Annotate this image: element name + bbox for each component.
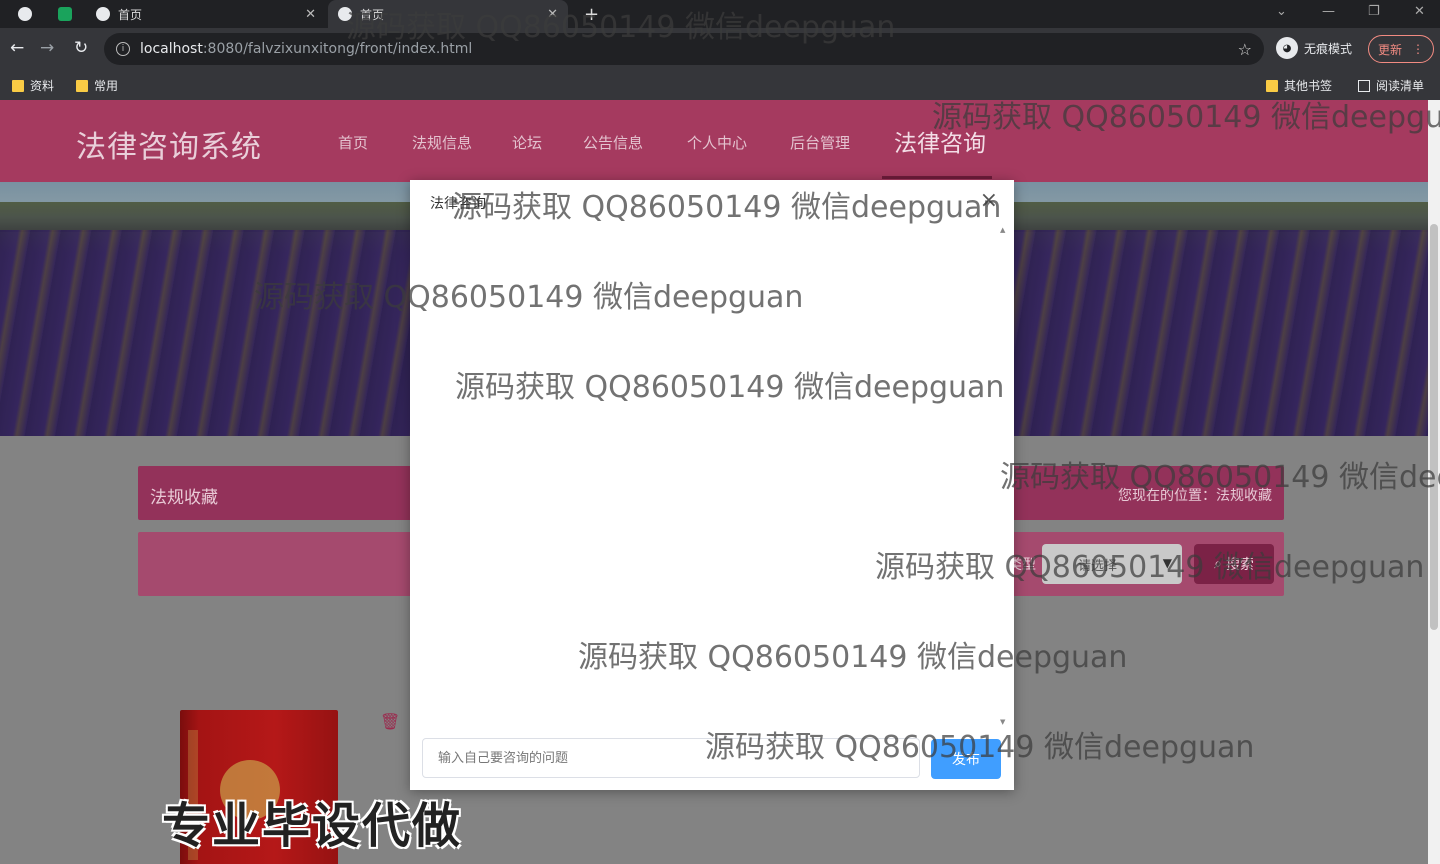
app-grid-icon [58, 7, 72, 21]
bookmark-label: 资料 [30, 79, 55, 93]
globe-icon [18, 7, 32, 21]
site-logo[interactable]: 法律咨询系统 [76, 122, 262, 166]
search-button[interactable]: ⌕ 搜索 [1194, 544, 1274, 584]
tab-title: 首页 [118, 7, 143, 22]
restore-icon[interactable]: ❐ [1368, 4, 1380, 19]
promo-watermark: 专业毕设代做 [162, 798, 463, 854]
scroll-up-arrow-icon[interactable]: ▲ [1000, 226, 1005, 234]
globe-icon [338, 7, 352, 21]
folder-icon [76, 79, 88, 92]
chat-message-area[interactable] [410, 224, 1014, 724]
other-bookmarks-label: 其他书签 [1284, 79, 1333, 93]
nav-announcements[interactable]: 公告信息 [583, 132, 643, 153]
nav-legal-consultation-active[interactable]: 法律咨询 [894, 124, 986, 158]
incognito-indicator[interactable]: ◕ 无痕模式 [1276, 37, 1352, 59]
nav-regulations[interactable]: 法规信息 [412, 132, 472, 153]
update-button[interactable]: 更新 ⋮ [1368, 35, 1434, 63]
nav-admin[interactable]: 后台管理 [790, 132, 850, 153]
folder-icon [12, 79, 24, 92]
question-input[interactable] [422, 738, 920, 778]
dialog-title: 法律咨询 [430, 196, 486, 212]
reading-list-label: 阅读清单 [1376, 79, 1425, 93]
legal-consultation-dialog: 法律咨询 × ▲ ▼ 发布 [410, 180, 1014, 790]
section-title: 法规收藏 [150, 488, 218, 508]
back-arrow-icon[interactable]: ← [10, 38, 24, 58]
browser-tab-pinned[interactable] [8, 0, 48, 28]
tab-title: 首页 [360, 7, 385, 22]
url-path: :8080/falvzixunxitong/front/index.html [202, 41, 473, 57]
browser-tab-strip: 首页 ✕ 首页 ✕ + ⌄ — ❐ ✕ [0, 0, 1440, 28]
browser-tab-pinned-app[interactable] [48, 0, 84, 28]
reload-icon[interactable]: ↻ [74, 38, 88, 58]
bookmark-folder-ziliao[interactable]: 资料 [12, 77, 54, 94]
forward-arrow-icon[interactable]: → [40, 38, 54, 58]
browser-tab-home-2-active[interactable]: 首页 ✕ [328, 0, 568, 28]
page-scrollbar[interactable] [1428, 100, 1440, 864]
breadcrumb: 您现在的位置：法规收藏 [1118, 488, 1272, 504]
incognito-icon: ◕ [1276, 37, 1298, 59]
new-tab-button[interactable]: + [574, 0, 609, 28]
chat-scrollbar[interactable]: ▲ ▼ [1000, 226, 1010, 726]
update-label: 更新 [1377, 42, 1402, 57]
close-tab-icon[interactable]: ✕ [305, 7, 316, 22]
site-info-icon[interactable]: i [116, 42, 130, 56]
browser-tab-home-1[interactable]: 首页 ✕ [86, 0, 326, 28]
tab-search-icon[interactable]: ⌄ [1276, 4, 1287, 19]
reading-list[interactable]: 阅读清单 [1358, 77, 1424, 94]
bookmark-star-icon[interactable]: ☆ [1238, 40, 1252, 59]
address-toolbar: ← → ↻ i localhost :8080/falvzixunxitong/… [0, 28, 1440, 70]
nav-active-underline [882, 176, 992, 179]
bookmark-folder-changyong[interactable]: 常用 [76, 77, 118, 94]
bookmarks-bar: 资料 常用 其他书签 阅读清单 [0, 70, 1440, 100]
type-select-placeholder: 请选择 [1078, 558, 1118, 574]
nav-personal-center[interactable]: 个人中心 [687, 132, 747, 153]
page-scrollbar-thumb[interactable] [1430, 224, 1438, 630]
other-bookmarks[interactable]: 其他书签 [1266, 77, 1332, 94]
scroll-down-arrow-icon[interactable]: ▼ [1000, 718, 1005, 726]
close-icon[interactable]: × [980, 188, 998, 213]
close-tab-icon[interactable]: ✕ [547, 7, 558, 22]
nav-forum[interactable]: 论坛 [512, 132, 542, 153]
publish-button[interactable]: 发布 [931, 739, 1001, 779]
close-window-icon[interactable]: ✕ [1414, 4, 1425, 19]
search-button-label: 搜索 [1225, 557, 1254, 573]
type-select[interactable]: 请选择 ▼ [1042, 544, 1182, 584]
incognito-label: 无痕模式 [1304, 41, 1353, 56]
minimize-icon[interactable]: — [1322, 4, 1335, 19]
bookmark-label: 常用 [94, 79, 119, 93]
caret-down-icon: ▼ [1162, 556, 1172, 570]
url-omnibox[interactable]: i localhost :8080/falvzixunxitong/front/… [104, 33, 1264, 65]
reading-list-icon [1358, 79, 1370, 92]
kebab-menu-icon: ⋮ [1412, 42, 1424, 56]
search-icon: ⌕ [1214, 556, 1222, 572]
nav-home[interactable]: 首页 [338, 132, 368, 153]
trash-icon[interactable]: 🗑 [380, 712, 400, 731]
folder-icon [1266, 79, 1278, 92]
globe-icon [96, 7, 110, 21]
site-header: 法律咨询系统 首页 法规信息 论坛 公告信息 个人中心 后台管理 法律咨询 [0, 100, 1428, 182]
url-host: localhost [140, 41, 203, 57]
